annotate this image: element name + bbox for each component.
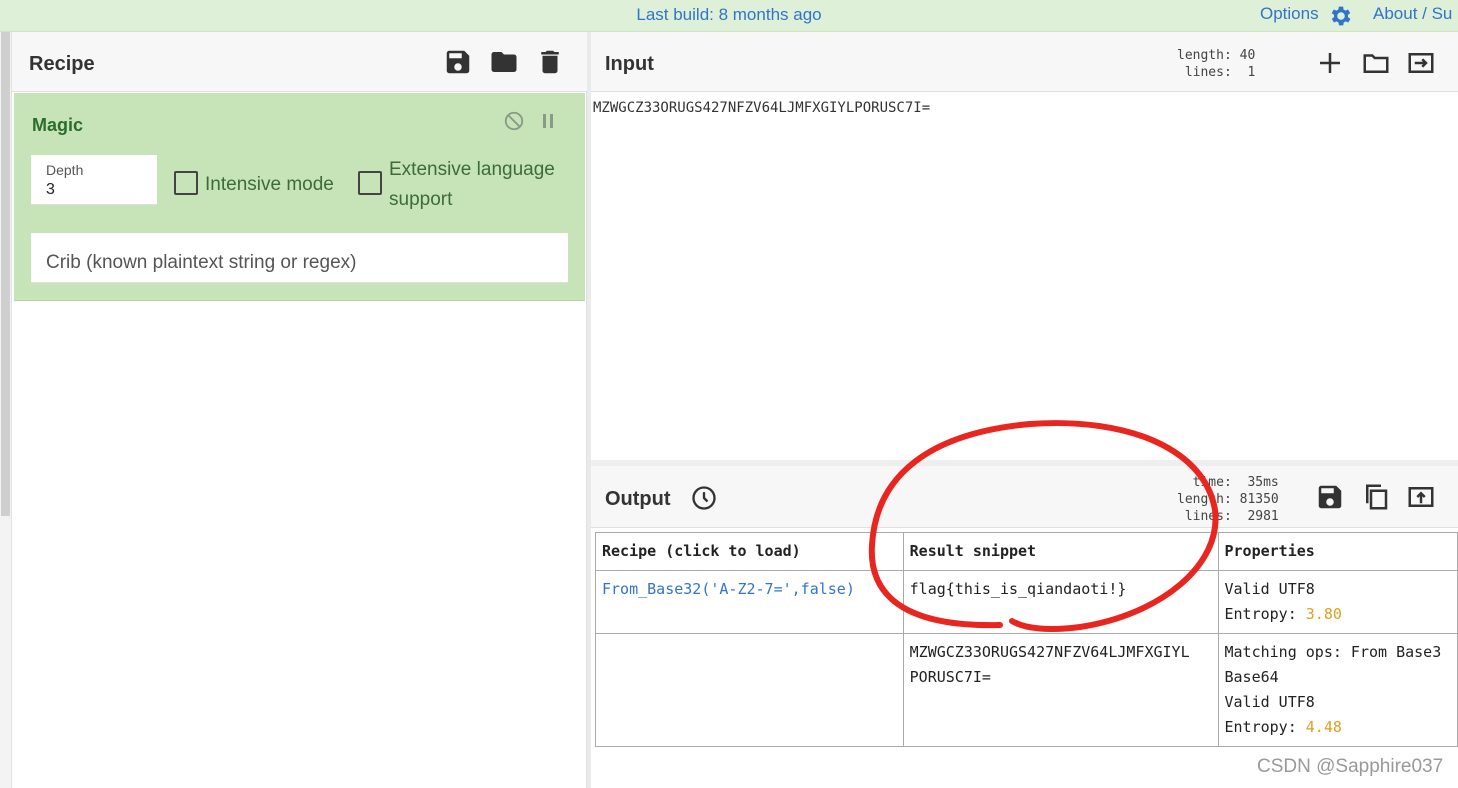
extensive-language-label-line1: Extensive language (389, 159, 555, 180)
gear-icon[interactable] (1327, 3, 1355, 29)
input-stats: length: 40 lines: 1 (1177, 48, 1256, 80)
table-row: MZWGCZ33ORUGS427NFZV64LJMFXGIYL PORUSC7I… (595, 633, 1458, 747)
input-panel: Input length: 40 lines: 1 MZWGCZ33ORUGS4… (591, 32, 1458, 462)
depth-field[interactable]: Depth 3 (31, 155, 157, 205)
left-scrollbar[interactable] (0, 32, 12, 788)
input-textarea[interactable]: MZWGCZ33ORUGS427NFZV64LJMFXGIYLPORUSC7I= (593, 100, 930, 116)
history-clock-icon[interactable] (690, 484, 718, 512)
last-build-notice: Last build: 8 months ago (636, 5, 822, 24)
depth-label: Depth (46, 162, 84, 178)
result-snippet-line2: PORUSC7I= (909, 668, 991, 686)
recipe-header: Recipe (12, 32, 587, 92)
replace-input-icon[interactable] (1406, 482, 1436, 512)
watermark: CSDN @Sapphire037 (1257, 756, 1444, 777)
input-title: Input (605, 53, 654, 75)
recipe-panel: Recipe Magic Depth 3 Intensive mode Exte… (12, 32, 587, 788)
disable-icon[interactable] (503, 110, 525, 132)
red-annotation-circle (868, 420, 1219, 632)
open-folder-icon[interactable] (1361, 48, 1391, 78)
col-recipe-header: Recipe (click to load) (595, 532, 904, 571)
options-link[interactable]: Options (1260, 4, 1319, 24)
property-valid-utf8: Valid UTF8 (1224, 580, 1315, 598)
intensive-mode-checkbox[interactable] (174, 171, 198, 195)
save-output-icon[interactable] (1315, 482, 1345, 512)
recipe-load-link[interactable]: From_Base32('A-Z2-7=',false) (602, 580, 855, 598)
property-matching-ops-cont: Base64 (1224, 668, 1279, 686)
intensive-mode-label: Intensive mode (205, 174, 334, 195)
extensive-language-label-line2: support (389, 189, 453, 210)
crib-input[interactable]: Crib (known plaintext string or regex) (31, 233, 568, 283)
property-entropy: Entropy: 4.48 (1225, 715, 1452, 740)
depth-value[interactable]: 3 (46, 181, 55, 199)
folder-icon[interactable] (489, 47, 519, 77)
property-matching-ops: Matching ops: From Base3 (1224, 643, 1442, 661)
crib-placeholder: Crib (known plaintext string or regex) (46, 252, 357, 273)
add-tab-icon[interactable] (1315, 48, 1345, 78)
col-properties-header: Properties (1217, 532, 1458, 571)
extensive-language-checkbox[interactable] (358, 171, 382, 195)
entropy-value: 3.80 (1305, 605, 1342, 623)
property-valid-utf8: Valid UTF8 (1224, 693, 1315, 711)
scrollbar-thumb[interactable] (1, 32, 10, 516)
about-support-link[interactable]: About / Su (1373, 4, 1452, 24)
operation-name: Magic (32, 115, 84, 135)
trash-icon[interactable] (535, 47, 565, 77)
pause-icon[interactable] (540, 112, 556, 130)
top-banner: Last build: 8 months ago Options About /… (0, 0, 1458, 32)
entropy-value: 4.48 (1305, 718, 1342, 736)
magic-operation[interactable]: Magic Depth 3 Intensive mode Extensive l… (14, 93, 585, 301)
output-title: Output (605, 488, 671, 510)
input-header: Input length: 40 lines: 1 (591, 32, 1458, 92)
entropy-label: Entropy: (1224, 718, 1306, 736)
copy-icon[interactable] (1361, 482, 1391, 512)
save-icon[interactable] (443, 47, 473, 77)
property-entropy: Entropy: 3.80 (1225, 602, 1452, 627)
recipe-title: Recipe (29, 53, 95, 75)
open-file-icon[interactable] (1406, 48, 1436, 78)
